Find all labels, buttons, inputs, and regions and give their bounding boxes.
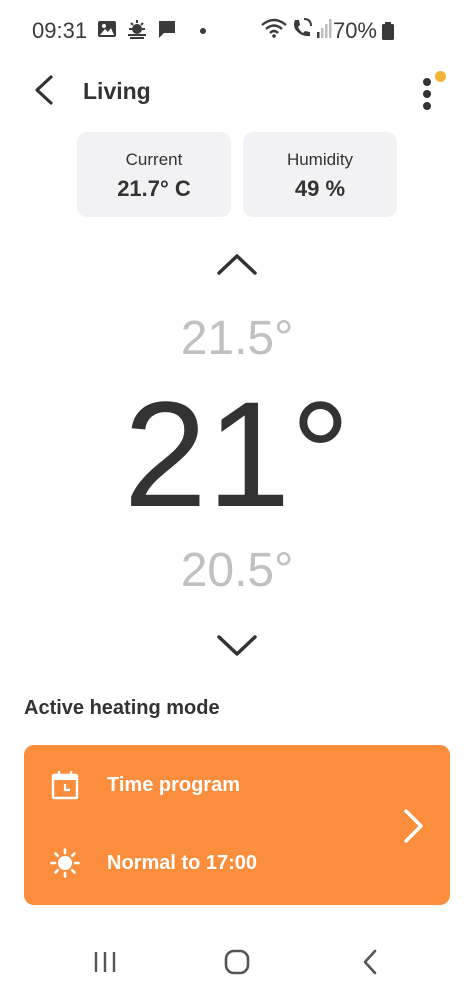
heating-mode-card[interactable]: Time program Normal to 17:00 xyxy=(24,745,450,905)
calendar-icon xyxy=(49,769,81,801)
signal-icon xyxy=(317,18,333,43)
weather-icon xyxy=(126,19,148,44)
back-button[interactable] xyxy=(26,72,62,112)
status-icons-left xyxy=(97,19,206,44)
battery-percent: 70% xyxy=(332,18,377,43)
status-bar: 09:31 70% xyxy=(0,0,474,62)
notification-dot-icon xyxy=(200,28,206,34)
status-time: 09:31 xyxy=(32,18,88,43)
image-icon xyxy=(97,20,117,43)
humidity-value: 49 % xyxy=(294,176,346,201)
page-title: Living xyxy=(83,78,151,104)
chevron-up-icon xyxy=(216,252,258,281)
temperature-option-above[interactable]: 21.5° xyxy=(0,311,474,366)
section-title-heating-mode: Active heating mode xyxy=(24,697,220,719)
app-header: Living xyxy=(0,62,474,124)
chevron-down-icon xyxy=(216,634,258,663)
home-icon xyxy=(223,948,251,981)
humidity-label: Humidity xyxy=(286,150,354,169)
humidity-card: Humidity 49 % xyxy=(243,132,397,217)
more-vert-icon xyxy=(423,78,431,86)
status-icons-right xyxy=(261,17,333,44)
current-temperature-value: 21.7° C xyxy=(117,176,191,201)
target-temperature: 21° xyxy=(123,370,351,538)
mode-status-row: Normal to 17:00 xyxy=(49,847,257,879)
increase-temperature-button[interactable] xyxy=(212,246,262,286)
sun-icon xyxy=(49,847,81,879)
system-back-button[interactable] xyxy=(345,946,395,982)
more-vert-icon-dot xyxy=(423,102,431,110)
current-temperature-card: Current 21.7° C xyxy=(77,132,231,217)
mode-status-label: Normal to 17:00 xyxy=(107,851,258,874)
chevron-left-icon xyxy=(33,74,55,110)
home-button[interactable] xyxy=(212,946,262,982)
time-program-row: Time program xyxy=(49,769,240,801)
chevron-right-icon xyxy=(402,807,426,845)
message-icon xyxy=(157,19,177,44)
more-options-button[interactable] xyxy=(410,66,450,114)
wifi-icon xyxy=(261,18,287,43)
back-icon xyxy=(362,949,378,980)
wifi-call-icon xyxy=(291,17,313,44)
temperature-option-below[interactable]: 20.5° xyxy=(0,543,474,598)
system-navigation-bar xyxy=(0,930,474,1000)
current-temperature-label: Current xyxy=(125,150,183,169)
recent-apps-button[interactable] xyxy=(80,946,130,982)
battery-icon xyxy=(382,22,394,40)
notification-badge xyxy=(435,71,446,82)
recent-apps-icon xyxy=(93,950,117,979)
decrease-temperature-button[interactable] xyxy=(212,628,262,668)
more-vert-icon-dot xyxy=(423,90,431,98)
time-program-label: Time program xyxy=(107,773,240,796)
